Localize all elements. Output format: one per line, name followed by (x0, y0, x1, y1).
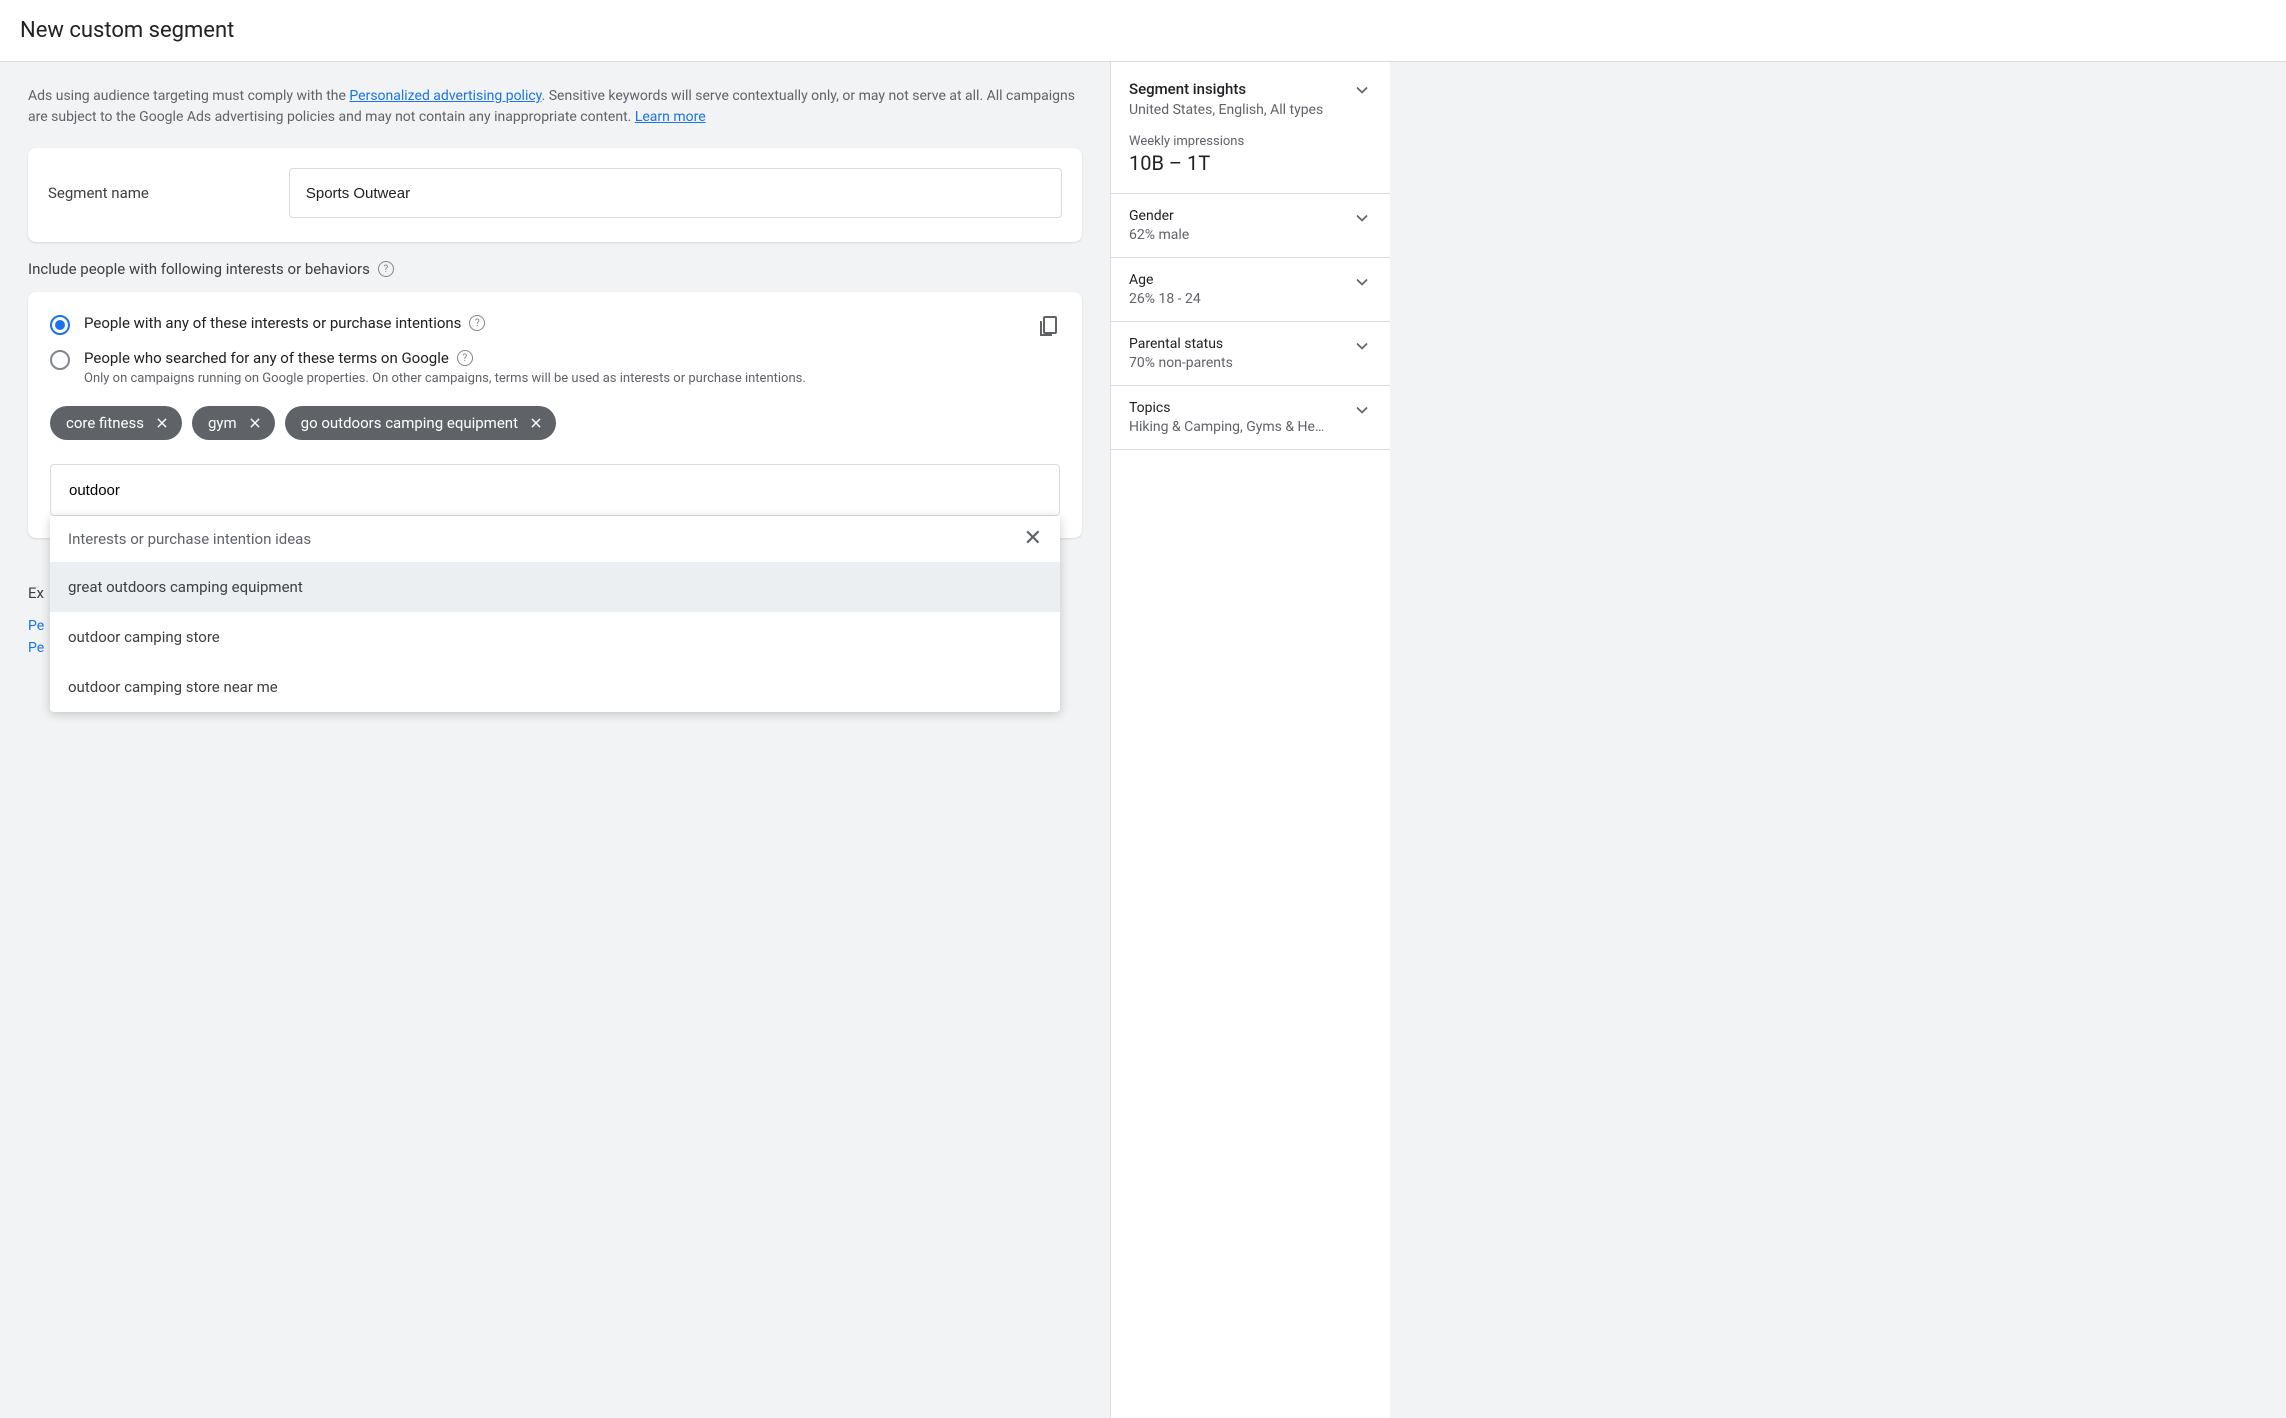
page-header: New custom segment (0, 0, 2286, 62)
chip-row: core fitness gym go outdoors camping equ… (50, 406, 1060, 440)
insight-value: Hiking & Camping, Gyms & He… (1129, 419, 1324, 435)
chevron-down-icon (1352, 400, 1372, 420)
segment-name-input[interactable] (289, 168, 1062, 218)
help-icon[interactable]: ? (469, 315, 485, 331)
copy-icon[interactable] (1036, 314, 1060, 338)
weekly-impressions: Weekly impressions 10B – 1T (1111, 134, 1390, 193)
insight-label: Parental status (1129, 336, 1233, 352)
dropdown-list: great outdoors camping equipment outdoor… (50, 562, 1060, 712)
radio-button-selected[interactable] (50, 315, 70, 335)
insights-header[interactable]: Segment insights United States, English,… (1111, 62, 1390, 134)
insight-row-parental[interactable]: Parental status 70% non-parents (1111, 321, 1390, 385)
segment-name-label: Segment name (48, 184, 149, 202)
include-label-text: Include people with following interests … (28, 260, 370, 278)
chip-label: core fitness (66, 414, 144, 432)
chip-gym: gym (192, 406, 275, 440)
close-icon[interactable]: ✕ (1024, 528, 1042, 550)
suggestion-item[interactable]: outdoor camping store near me (50, 662, 1060, 712)
insights-subtitle: United States, English, All types (1129, 102, 1323, 118)
chip-label: gym (208, 414, 237, 432)
chip-label: go outdoors camping equipment (301, 414, 518, 432)
suggestions-dropdown: Interests or purchase intention ideas ✕ … (50, 516, 1060, 712)
interest-input-wrap: Interests or purchase intention ideas ✕ … (50, 464, 1060, 516)
insight-label: Topics (1129, 400, 1324, 416)
impressions-value: 10B – 1T (1129, 151, 1372, 175)
segment-name-card: Segment name (28, 148, 1082, 242)
chip-go-outdoors: go outdoors camping equipment (285, 406, 556, 440)
insight-label: Gender (1129, 208, 1189, 224)
radio-searched[interactable]: People who searched for any of these ter… (50, 349, 1060, 386)
radio-button[interactable] (50, 350, 70, 370)
targeting-card: People with any of these interests or pu… (28, 292, 1082, 538)
learn-more-link[interactable]: Learn more (635, 109, 706, 125)
radio-searched-label: People who searched for any of these ter… (84, 349, 449, 367)
interest-search-input[interactable] (50, 464, 1060, 516)
page-title: New custom segment (20, 18, 2266, 43)
policy-notice: Ads using audience targeting must comply… (28, 86, 1082, 128)
radio-interests[interactable]: People with any of these interests or pu… (50, 314, 1060, 335)
chevron-down-icon (1352, 208, 1372, 228)
insight-label: Age (1129, 272, 1201, 288)
chevron-down-icon (1352, 336, 1372, 356)
personalized-policy-link[interactable]: Personalized advertising policy (349, 88, 541, 104)
insight-row-topics[interactable]: Topics Hiking & Camping, Gyms & He… (1111, 385, 1390, 450)
suggestion-item[interactable]: great outdoors camping equipment (50, 562, 1060, 612)
radio-group: People with any of these interests or pu… (50, 314, 1060, 386)
suggestion-item[interactable]: outdoor camping store (50, 612, 1060, 662)
close-icon[interactable] (247, 415, 263, 431)
dropdown-header-label: Interests or purchase intention ideas (68, 530, 311, 548)
radio-searched-sub: Only on campaigns running on Google prop… (84, 371, 1060, 386)
chip-core-fitness: core fitness (50, 406, 182, 440)
insight-value: 62% male (1129, 227, 1189, 243)
help-icon[interactable]: ? (378, 261, 394, 277)
insights-sidebar: Segment insights United States, English,… (1110, 62, 1390, 1418)
insight-row-gender[interactable]: Gender 62% male (1111, 193, 1390, 257)
insight-value: 70% non-parents (1129, 355, 1233, 371)
insight-value: 26% 18 - 24 (1129, 291, 1201, 307)
close-icon[interactable] (154, 415, 170, 431)
close-icon[interactable] (528, 415, 544, 431)
main-content: Ads using audience targeting must comply… (0, 62, 1110, 1418)
chevron-down-icon (1352, 272, 1372, 292)
impressions-label: Weekly impressions (1129, 134, 1372, 149)
help-icon[interactable]: ? (457, 350, 473, 366)
chevron-down-icon (1352, 80, 1372, 100)
include-section-label: Include people with following interests … (28, 260, 1082, 278)
insight-row-age[interactable]: Age 26% 18 - 24 (1111, 257, 1390, 321)
radio-interests-label: People with any of these interests or pu… (84, 314, 461, 332)
policy-text-1: Ads using audience targeting must comply… (28, 88, 349, 104)
insights-title: Segment insights (1129, 80, 1323, 98)
